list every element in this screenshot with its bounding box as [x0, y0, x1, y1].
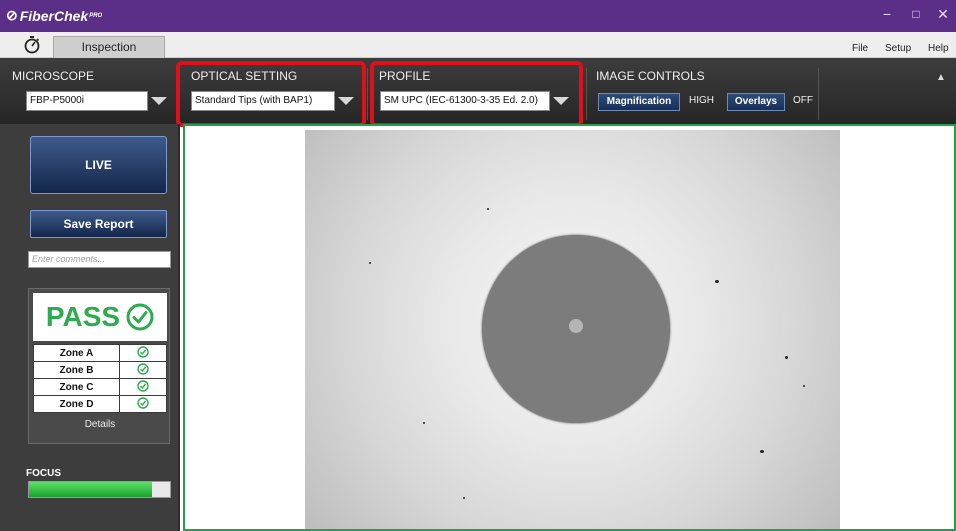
tab-inspection[interactable]: Inspection [53, 36, 165, 58]
zone-result [119, 344, 167, 362]
debris-speck [487, 208, 489, 210]
debris-speck [423, 422, 425, 424]
focus-label: FOCUS [26, 468, 61, 479]
menu-file[interactable]: File [852, 43, 868, 54]
live-button[interactable]: LIVE [30, 136, 167, 194]
zone-result [119, 378, 167, 396]
app-logo: ⊘ FiberChek PRO [6, 7, 102, 24]
check-circle-icon [137, 362, 149, 375]
fiber-image-view [183, 124, 956, 531]
overlays-state: OFF [793, 95, 813, 106]
app-title-suffix: PRO [89, 12, 103, 19]
magnification-button[interactable]: Magnification [598, 93, 680, 111]
microscope-label: MICROSCOPE [12, 69, 95, 83]
image-controls-label: IMAGE CONTROLS [596, 69, 705, 83]
title-bar: ⊘ FiberChek PRO − □ ✕ [0, 0, 956, 32]
focus-level-fill [29, 482, 152, 497]
table-row: Zone A [33, 344, 167, 362]
debris-speck [785, 356, 788, 359]
debris-speck [369, 262, 371, 264]
close-button[interactable]: ✕ [934, 6, 952, 23]
menu-bar: Inspection File Setup Help [0, 32, 956, 58]
zone-name: Zone C [33, 378, 120, 396]
details-link[interactable]: Details [29, 419, 171, 430]
optical-setting-highlight [176, 61, 366, 127]
control-panel: LIVE Save Report Enter comments... PASS … [0, 124, 180, 531]
zone-name: Zone B [33, 361, 120, 379]
toolbar-divider [818, 68, 819, 120]
microscope-value[interactable]: FBP-P5000i [26, 91, 148, 111]
debris-speck [760, 450, 764, 453]
zone-result [119, 361, 167, 379]
fiber-endface-image [305, 130, 840, 529]
stopwatch-icon[interactable] [24, 36, 40, 54]
save-report-button[interactable]: Save Report [30, 210, 167, 238]
chevron-up-icon[interactable]: ▲ [936, 72, 946, 83]
pass-status: PASS [33, 293, 167, 341]
maximize-button[interactable]: □ [907, 7, 925, 21]
settings-toolbar: MICROSCOPE FBP-P5000i OPTICAL SETTING St… [0, 58, 956, 127]
minimize-button[interactable]: − [878, 6, 896, 22]
microscope-dropdown[interactable]: FBP-P5000i [26, 91, 170, 111]
profile-highlight [370, 61, 583, 127]
fiber-core [569, 319, 583, 333]
check-circle-icon [137, 379, 149, 392]
overlays-button[interactable]: Overlays [727, 93, 785, 111]
zone-name: Zone A [33, 344, 120, 362]
table-row: Zone D [33, 395, 167, 413]
pass-status-text: PASS [45, 301, 121, 332]
table-row: Zone B [33, 361, 167, 379]
check-circle-icon [137, 396, 149, 409]
zone-name: Zone D [33, 395, 120, 413]
toolbar-divider [367, 68, 368, 120]
debris-speck [715, 280, 719, 283]
comments-input[interactable]: Enter comments... [28, 251, 171, 268]
menu-setup[interactable]: Setup [885, 43, 911, 54]
check-circle-icon [126, 303, 154, 331]
debris-speck [463, 497, 465, 499]
check-circle-icon [137, 345, 149, 358]
result-card: PASS Zone A Zone B Zone C Zone D Details [28, 288, 170, 444]
toolbar-divider [586, 68, 587, 120]
menu-help[interactable]: Help [928, 43, 949, 54]
app-title: FiberChek [19, 7, 89, 24]
table-row: Zone C [33, 378, 167, 396]
zone-result [119, 395, 167, 413]
magnification-state: HIGH [689, 95, 714, 106]
zone-results-table: Zone A Zone B Zone C Zone D [33, 344, 167, 413]
chevron-down-icon[interactable] [148, 91, 170, 111]
debris-speck [803, 385, 805, 387]
focus-meter [28, 481, 171, 498]
fiberchek-logo-icon: ⊘ [6, 7, 18, 23]
